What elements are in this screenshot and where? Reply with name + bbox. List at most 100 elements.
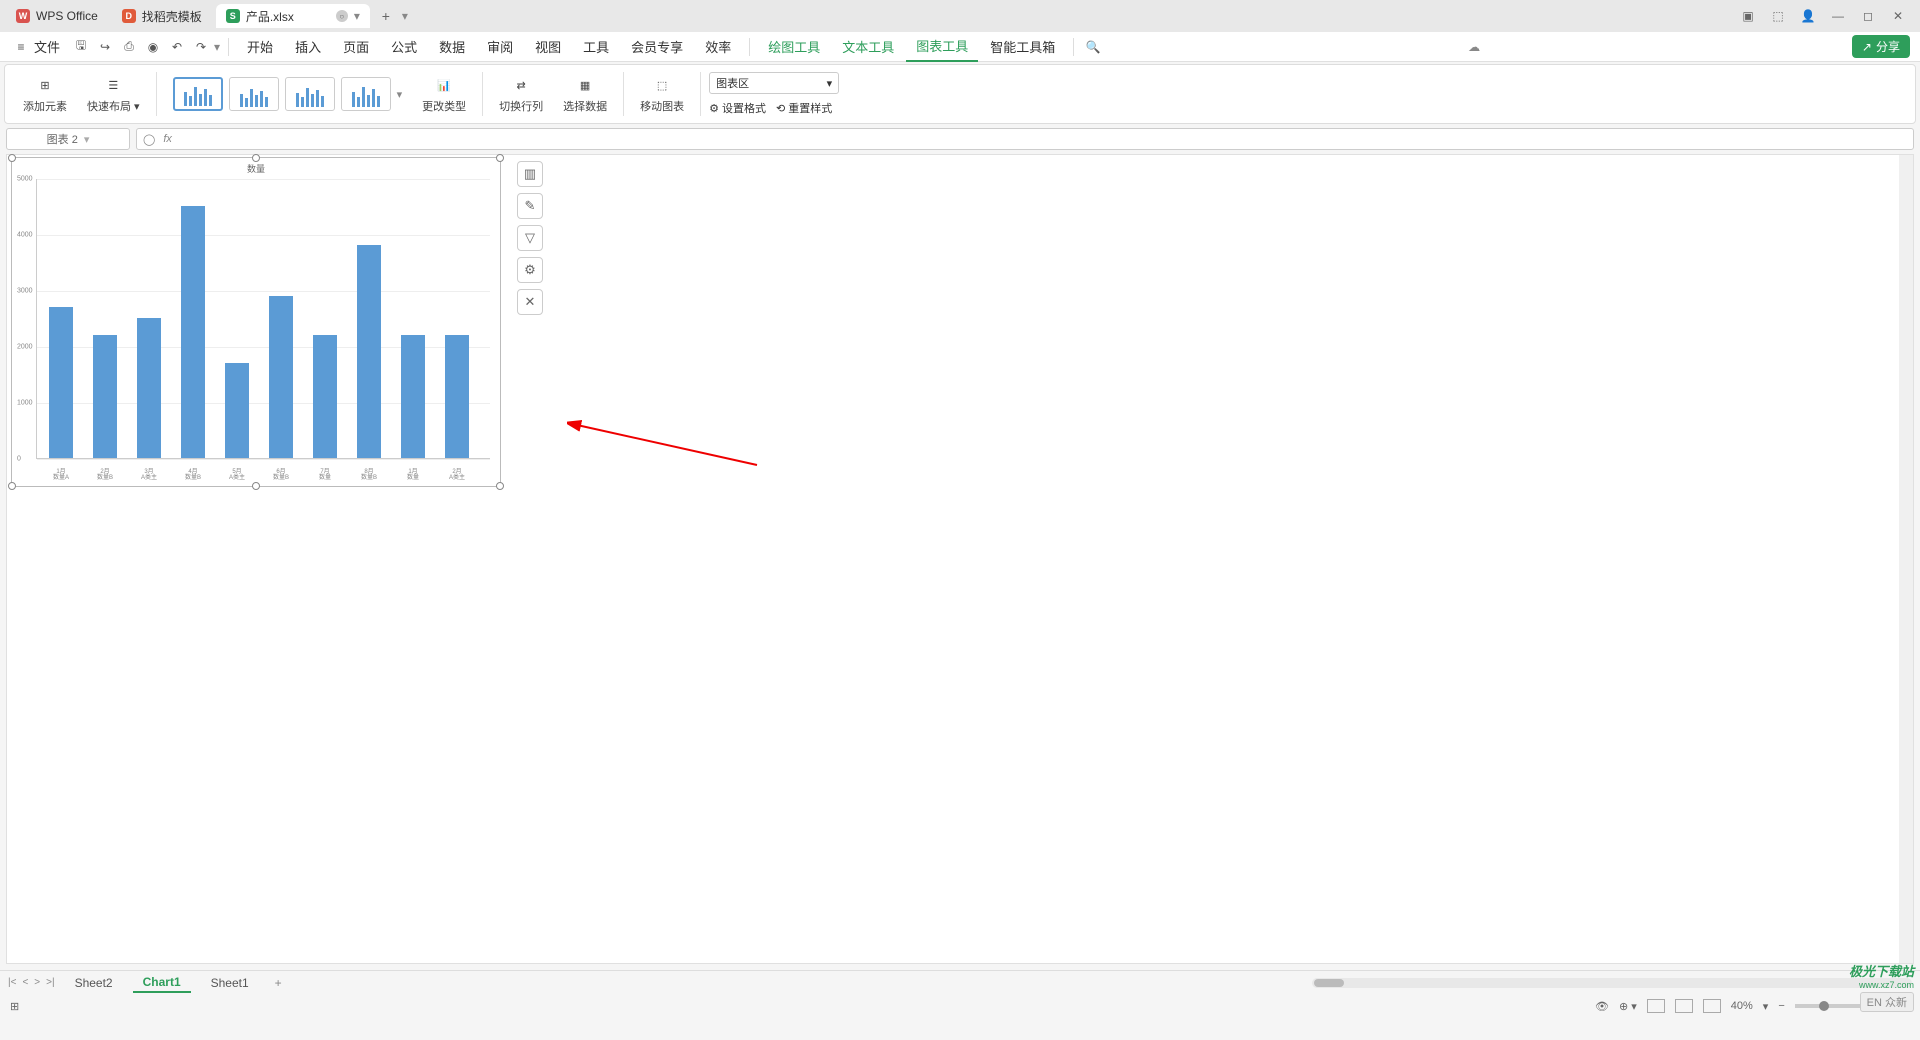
select-data-button[interactable]: ▦ 选择数据: [555, 74, 615, 114]
chart-tools-tool[interactable]: ✕: [517, 289, 543, 315]
resize-handle[interactable]: [252, 482, 260, 490]
horizontal-scrollbar[interactable]: [1312, 978, 1912, 988]
view-layout-icon[interactable]: [1675, 999, 1693, 1013]
chart-bar[interactable]: [93, 335, 117, 458]
sheet-tab-chart1[interactable]: Chart1: [133, 973, 191, 993]
menu-data[interactable]: 数据: [429, 32, 475, 62]
tab-menu-icon[interactable]: ▾: [354, 9, 360, 23]
resize-handle[interactable]: [8, 154, 16, 162]
menu-member[interactable]: 会员专享: [621, 32, 693, 62]
chart-type-tool[interactable]: ▥: [517, 161, 543, 187]
view-normal-icon[interactable]: [1647, 999, 1665, 1013]
zoom-dropdown-icon[interactable]: ▾: [1763, 1000, 1769, 1013]
chart-object[interactable]: 数量 0100020003000400050001月数量A2月数量B3月A类主4…: [11, 157, 501, 487]
switch-rowcol-button[interactable]: ⇄ 切换行列: [491, 74, 551, 114]
menu-start[interactable]: 开始: [237, 32, 283, 62]
redo-icon[interactable]: ↷: [190, 36, 212, 58]
set-format-button[interactable]: ⚙设置格式: [709, 100, 766, 116]
reset-style-button[interactable]: ⟲重置样式: [776, 100, 832, 116]
close-tab-icon[interactable]: ○: [336, 10, 348, 22]
chart-style-4[interactable]: [341, 77, 391, 111]
vertical-scrollbar[interactable]: [1899, 155, 1913, 963]
chart-settings-tool[interactable]: ⚙: [517, 257, 543, 283]
formula-bar[interactable]: ◯ fx: [136, 128, 1914, 150]
chart-bar[interactable]: [313, 335, 337, 458]
sheet-prev-icon[interactable]: <: [22, 977, 28, 988]
cloud-icon[interactable]: ☁: [1468, 40, 1480, 54]
menu-insert[interactable]: 插入: [285, 32, 331, 62]
chart-brush-tool[interactable]: ✎: [517, 193, 543, 219]
chart-bar[interactable]: [181, 206, 205, 458]
chart-bar[interactable]: [445, 335, 469, 458]
chart-filter-tool[interactable]: ▽: [517, 225, 543, 251]
quick-layout-button[interactable]: ☰ 快速布局 ▾: [79, 74, 148, 114]
sheet-last-icon[interactable]: >|: [46, 977, 54, 988]
sheet-first-icon[interactable]: |<: [8, 977, 16, 988]
chart-bar[interactable]: [269, 296, 293, 458]
minimize-icon[interactable]: —: [1830, 9, 1846, 23]
target-icon[interactable]: ⊕ ▾: [1619, 1000, 1637, 1013]
resize-handle[interactable]: [496, 154, 504, 162]
chart-bar[interactable]: [357, 245, 381, 458]
share-button[interactable]: ↗分享: [1852, 35, 1910, 58]
add-element-button[interactable]: ⊞ 添加元素: [15, 74, 75, 114]
menu-review[interactable]: 审阅: [477, 32, 523, 62]
menu-text-tools[interactable]: 文本工具: [832, 32, 904, 62]
cube-icon[interactable]: ⬚: [1770, 9, 1786, 23]
menu-smart-toolbox[interactable]: 智能工具箱: [980, 32, 1065, 62]
chart-style-2[interactable]: [229, 77, 279, 111]
resize-handle[interactable]: [496, 482, 504, 490]
resize-handle[interactable]: [8, 482, 16, 490]
chart-bar[interactable]: [137, 318, 161, 458]
dropdown-icon[interactable]: ▾: [214, 40, 220, 54]
chart-plot-area[interactable]: 0100020003000400050001月数量A2月数量B3月A类主4月数量…: [36, 179, 490, 459]
chart-bar[interactable]: [401, 335, 425, 458]
add-sheet-button[interactable]: +: [269, 976, 288, 990]
chart-bar[interactable]: [49, 307, 73, 458]
zoom-value[interactable]: 40%: [1731, 1000, 1753, 1012]
menu-view[interactable]: 视图: [525, 32, 571, 62]
styles-more-icon[interactable]: ▾: [397, 88, 403, 101]
tab-document[interactable]: S 产品.xlsx ○ ▾: [216, 4, 370, 28]
x-tick-label: 3月A类主: [134, 469, 164, 482]
save-icon[interactable]: 🖫: [70, 36, 92, 58]
move-chart-button[interactable]: ⬚ 移动图表: [632, 74, 692, 114]
name-box[interactable]: 图表 2 ▾: [6, 128, 130, 150]
chart-style-3[interactable]: [285, 77, 335, 111]
resize-handle[interactable]: [252, 154, 260, 162]
menu-page[interactable]: 页面: [333, 32, 379, 62]
print-icon[interactable]: ⎙: [118, 36, 140, 58]
menu-chart-tools[interactable]: 图表工具: [906, 32, 978, 62]
menu-drawing-tools[interactable]: 绘图工具: [758, 32, 830, 62]
sheet-tab-sheet2[interactable]: Sheet2: [65, 974, 123, 992]
undo-icon[interactable]: ↶: [166, 36, 188, 58]
sheet-tab-sheet1[interactable]: Sheet1: [201, 974, 259, 992]
menu-formula[interactable]: 公式: [381, 32, 427, 62]
tab-template[interactable]: D 找稻壳模板: [112, 4, 212, 28]
change-type-button[interactable]: 📊 更改类型: [414, 74, 474, 114]
zoom-out-icon[interactable]: −: [1778, 1000, 1784, 1012]
search-icon[interactable]: 🔍: [1082, 36, 1104, 58]
tab-wps-office[interactable]: W WPS Office: [6, 4, 108, 28]
chart-style-1[interactable]: [173, 77, 223, 111]
preview-icon[interactable]: ◉: [142, 36, 164, 58]
view-break-icon[interactable]: [1703, 999, 1721, 1013]
add-element-icon: ⊞: [34, 74, 56, 96]
chart-bar[interactable]: [225, 363, 249, 458]
maximize-icon[interactable]: ◻: [1860, 9, 1876, 23]
chart-area-select[interactable]: 图表区 ▾: [709, 72, 839, 94]
menu-icon[interactable]: ≡: [10, 36, 32, 58]
x-tick-label: 1月数量A: [46, 469, 76, 482]
tab-dropdown-icon[interactable]: ▾: [402, 9, 408, 23]
eye-icon[interactable]: 👁: [1595, 1000, 1609, 1013]
close-icon[interactable]: ✕: [1890, 9, 1906, 23]
link-icon[interactable]: ↪: [94, 36, 116, 58]
avatar-icon[interactable]: 👤: [1800, 9, 1816, 23]
new-tab-button[interactable]: +: [374, 4, 398, 28]
panel-icon[interactable]: ▣: [1740, 9, 1756, 23]
menu-tools[interactable]: 工具: [573, 32, 619, 62]
menu-efficiency[interactable]: 效率: [695, 32, 741, 62]
file-menu[interactable]: 文件: [34, 37, 60, 56]
sheet-next-icon[interactable]: >: [34, 977, 40, 988]
status-icon[interactable]: ⊞: [10, 1000, 19, 1013]
